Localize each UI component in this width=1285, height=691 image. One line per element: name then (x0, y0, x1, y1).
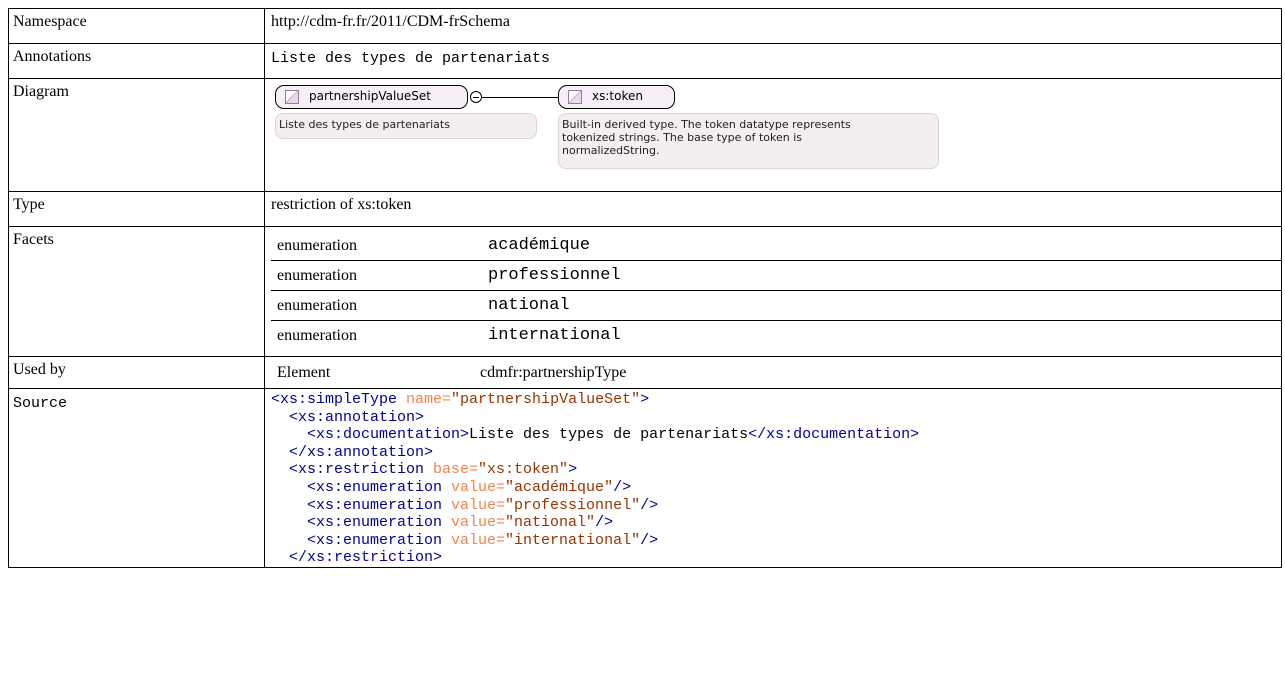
simple-type-triangle-icon (285, 90, 299, 104)
code-token: <xs:enumeration (271, 531, 443, 549)
code-token: /> (640, 496, 659, 514)
code-token: value= (442, 514, 506, 532)
diagram-row: Diagram partnershipValueSet xs:token Lis… (8, 78, 1282, 192)
note-line: normalizedString. (562, 144, 660, 157)
code-token: <xs:restriction (271, 461, 425, 479)
facet-row: enumeration académique (271, 231, 1281, 261)
facet-row: enumeration international (271, 321, 1281, 351)
used-by-cell: Element cdmfr:partnershipType (264, 356, 1282, 389)
code-token: "national" (505, 514, 596, 532)
used-by-table: Element cdmfr:partnershipType (271, 364, 626, 382)
used-by-kind: Element (277, 364, 331, 381)
code-token: <xs:enumeration (271, 496, 443, 514)
facets-cell: enumeration académique enumeration profe… (264, 226, 1282, 357)
code-token: > (568, 461, 578, 479)
annotations-value: Liste des types de partenariats (264, 43, 1282, 79)
code-token: <xs:enumeration (271, 514, 443, 532)
note-text: Liste des types de partenariats (279, 118, 450, 131)
xs-token-annotation-note: Built-in derived type. The token datatyp… (558, 113, 939, 169)
schema-component-table: Namespace http://cdm-fr.fr/2011/CDM-frSc… (8, 8, 1282, 568)
type-row: Type restriction of xs:token (8, 191, 1282, 227)
partnershipvalueset-node[interactable]: partnershipValueSet (275, 85, 468, 109)
code-token: </xs:documentation> (748, 426, 920, 444)
code-token: Liste des types de partenariats (469, 426, 749, 444)
connector-line (482, 97, 558, 98)
code-token: </xs:annotation> (271, 443, 434, 461)
code-token: base= (424, 461, 479, 479)
code-token: "partnershipValueSet" (451, 391, 641, 408)
facets-row: Facets enumeration académique enumeratio… (8, 226, 1282, 357)
code-token: value= (442, 531, 506, 549)
simple-type-triangle-icon (568, 90, 582, 104)
xs-token-node[interactable]: xs:token (558, 85, 675, 109)
collapse-minus-icon[interactable] (470, 91, 482, 103)
source-code: <xs:simpleType name="partnershipValueSet… (271, 391, 1281, 567)
facet-value: international (488, 326, 621, 345)
code-token: "xs:token" (478, 461, 569, 479)
code-token: name= (397, 391, 452, 408)
code-token: <xs:annotation> (271, 408, 425, 426)
code-token: "académique" (505, 478, 614, 496)
source-row: Source <xs:simpleType name="partnershipV… (8, 388, 1282, 568)
code-token: <xs:documentation> (271, 426, 470, 444)
namespace-value: http://cdm-fr.fr/2011/CDM-frSchema (264, 8, 1282, 44)
source-cell: <xs:simpleType name="partnershipValueSet… (264, 388, 1282, 568)
facet-value: professionnel (482, 260, 1281, 291)
type-value: restriction of xs:token (264, 191, 1282, 227)
code-token: "international" (505, 531, 641, 549)
annotations-label: Annotations (8, 43, 265, 79)
code-token: <xs:enumeration (271, 478, 443, 496)
namespace-row: Namespace http://cdm-fr.fr/2011/CDM-frSc… (8, 8, 1282, 44)
code-token: value= (442, 478, 506, 496)
facet-row: enumeration national (271, 290, 1281, 321)
diagram-label: Diagram (8, 78, 265, 192)
diagram-cell: partnershipValueSet xs:token Liste des t… (264, 78, 1282, 192)
facet-kind: enumeration (277, 326, 357, 344)
partnershipvalueset-annotation-note: Liste des types de partenariats (275, 113, 537, 139)
source-label: Source (8, 388, 265, 568)
annotations-row: Annotations Liste des types de partenari… (8, 43, 1282, 79)
namespace-label: Namespace (8, 8, 265, 44)
code-token: > (640, 391, 650, 408)
code-token: <xs:simpleType (271, 391, 398, 408)
code-token: value= (442, 496, 506, 514)
node-name: partnershipValueSet (309, 89, 431, 103)
used-by-link[interactable]: cdmfr:partnershipType (474, 364, 626, 382)
facet-kind: enumeration (271, 260, 482, 291)
used-by-row: Used by Element cdmfr:partnershipType (8, 356, 1282, 389)
facets-table: enumeration académique enumeration profe… (271, 231, 1281, 350)
facets-label: Facets (8, 226, 265, 357)
facet-kind: enumeration (271, 290, 482, 321)
used-by-label: Used by (8, 356, 265, 389)
facet-kind: enumeration (271, 231, 482, 261)
type-diagram: partnershipValueSet xs:token Liste des t… (271, 83, 1281, 191)
facet-value: national (482, 290, 1281, 321)
facet-value: académique (482, 231, 1281, 261)
code-token: /> (595, 514, 614, 532)
code-token: "professionnel" (505, 496, 641, 514)
code-token: </xs:restriction> (271, 549, 443, 567)
type-label: Type (8, 191, 265, 227)
used-by-entry: Element cdmfr:partnershipType (271, 364, 626, 382)
code-token: /> (613, 478, 632, 496)
note-line: tokenized strings. The base type of toke… (562, 131, 803, 144)
node-name: xs:token (592, 89, 643, 103)
facet-row: enumeration professionnel (271, 260, 1281, 291)
code-token: /> (640, 531, 659, 549)
note-line: Built-in derived type. The token datatyp… (562, 118, 851, 131)
